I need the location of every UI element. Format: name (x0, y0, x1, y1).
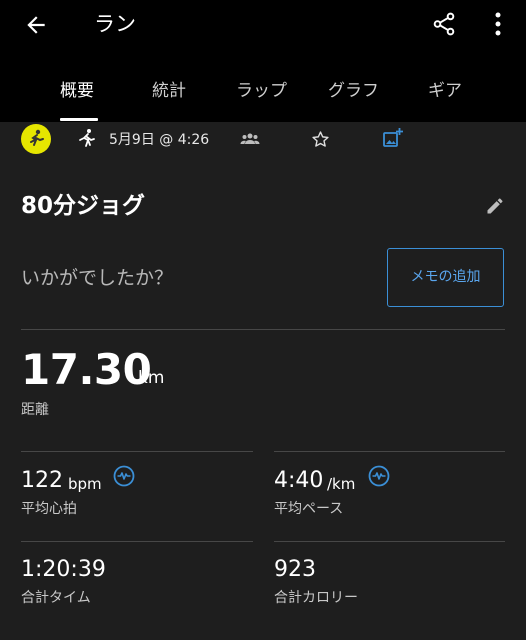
feedback-prompt: いかがでしたか？ (21, 267, 174, 289)
more-vertical-icon[interactable] (486, 11, 510, 37)
divider (274, 451, 505, 452)
star-icon[interactable] (310, 129, 331, 150)
calories-value: 923 (274, 557, 316, 582)
tab-laps[interactable]: ラップ (236, 79, 287, 103)
runner-figure (30, 129, 44, 146)
heart-rate-label: 平均心拍 (21, 501, 77, 517)
heart-rate-unit: bpm (68, 475, 102, 493)
divider (21, 451, 253, 452)
pace-heart-rate-icon[interactable] (368, 465, 390, 487)
pencil-icon[interactable] (485, 196, 505, 216)
divider (21, 541, 253, 542)
distance-unit: km (138, 368, 165, 388)
pace-unit: /km (327, 475, 356, 493)
tab-gear[interactable]: ギア (428, 79, 462, 103)
group-icon[interactable] (240, 131, 260, 147)
tab-graphs[interactable]: グラフ (328, 79, 379, 103)
share-icon[interactable] (431, 11, 457, 37)
arrow-left-icon[interactable] (23, 12, 49, 38)
page-title: ラン (94, 12, 136, 36)
tab-overview[interactable]: 概要 (60, 79, 94, 103)
add-photo-icon[interactable] (382, 127, 404, 149)
divider (274, 541, 505, 542)
activity-date: 5月9日 @ 4:26 (109, 132, 210, 148)
total-time-value: 1:20:39 (21, 557, 106, 582)
pace-value: 4:40 (274, 468, 324, 493)
tab-active-indicator (60, 118, 98, 121)
total-time-label: 合計タイム (21, 590, 91, 606)
runner-icon (79, 129, 95, 147)
distance-value: 17.30 (21, 345, 152, 394)
distance-label: 距離 (21, 402, 49, 418)
running-activity-icon[interactable] (21, 124, 51, 154)
heart-rate-icon[interactable] (113, 465, 135, 487)
workout-name: 80分ジョグ (21, 193, 146, 219)
pace-label: 平均ペース (274, 501, 344, 517)
calories-label: 合計カロリー (274, 590, 358, 606)
divider (21, 329, 505, 330)
heart-rate-value: 122 (21, 468, 63, 493)
tab-stats[interactable]: 統計 (152, 79, 186, 103)
add-memo-button[interactable]: メモの追加 (387, 248, 504, 307)
